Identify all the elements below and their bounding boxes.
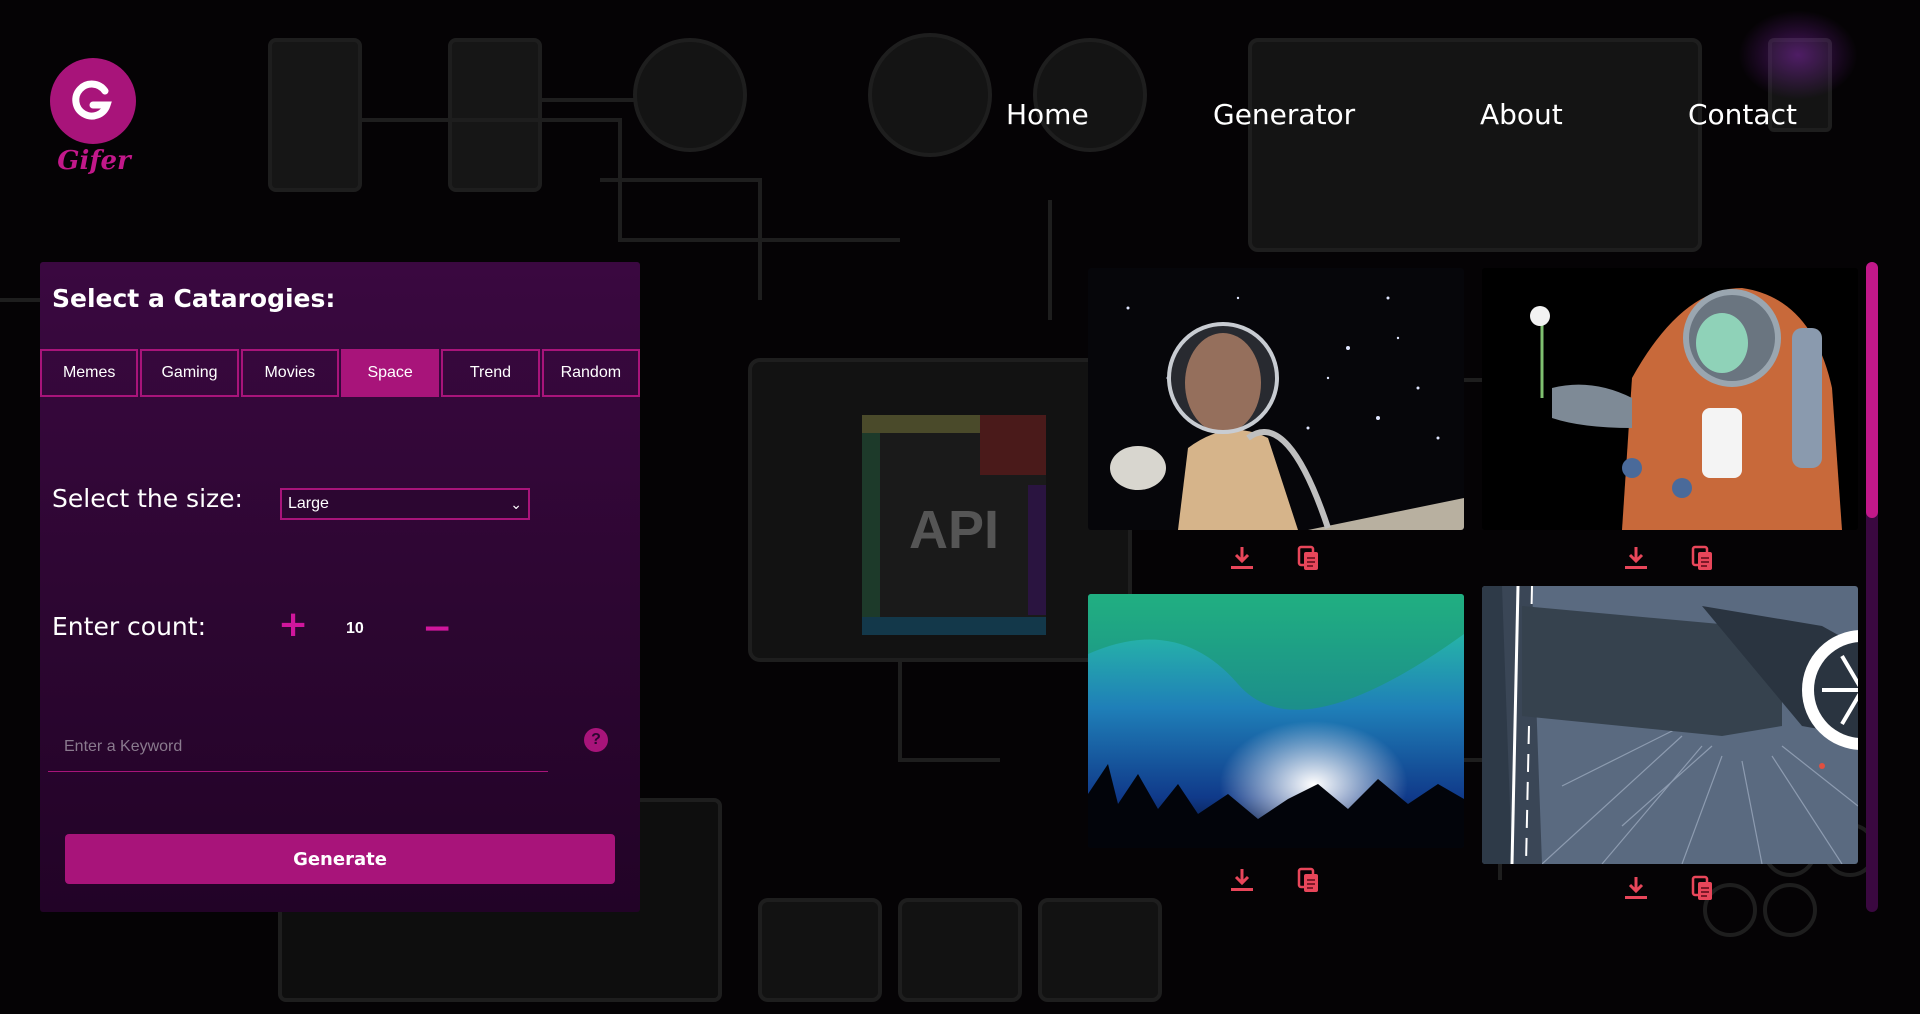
copy-icon[interactable] bbox=[1688, 874, 1716, 902]
category-trend[interactable]: Trend bbox=[441, 349, 540, 397]
generator-panel: Select a Catarogies: Memes Gaming Movies… bbox=[40, 262, 640, 912]
size-select[interactable]: Large ⌄ bbox=[280, 488, 530, 520]
nav-about[interactable]: About bbox=[1480, 98, 1563, 131]
download-icon[interactable] bbox=[1622, 874, 1650, 902]
copy-icon[interactable] bbox=[1294, 544, 1322, 572]
gallery-scrollbar-thumb[interactable] bbox=[1866, 262, 1878, 518]
brand-name: Gifer bbox=[57, 146, 131, 176]
card-actions bbox=[1228, 866, 1322, 894]
count-label: Enter count: bbox=[52, 612, 207, 641]
decrement-button[interactable]: − bbox=[422, 608, 452, 649]
gif-gallery bbox=[1088, 268, 1858, 918]
category-tabs: Memes Gaming Movies Space Trend Random bbox=[40, 349, 640, 399]
main-nav: Home Generator About Contact bbox=[0, 98, 1920, 138]
nav-generator[interactable]: Generator bbox=[1213, 98, 1355, 131]
generate-button[interactable]: Generate bbox=[65, 834, 615, 884]
category-movies[interactable]: Movies bbox=[240, 349, 339, 397]
nav-contact[interactable]: Contact bbox=[1688, 98, 1797, 131]
increment-button[interactable]: + bbox=[278, 604, 308, 645]
download-icon[interactable] bbox=[1228, 544, 1256, 572]
category-gaming[interactable]: Gaming bbox=[140, 349, 239, 397]
copy-icon[interactable] bbox=[1294, 866, 1322, 894]
chevron-down-icon: ⌄ bbox=[510, 495, 522, 512]
card-actions bbox=[1622, 544, 1716, 572]
gif-image-spaceship[interactable] bbox=[1482, 586, 1858, 864]
category-space[interactable]: Space bbox=[340, 349, 440, 397]
nav-home[interactable]: Home bbox=[1006, 98, 1089, 131]
size-selected-value: Large bbox=[288, 495, 329, 512]
gif-image-anime-astronaut[interactable] bbox=[1482, 268, 1858, 530]
count-value: 10 bbox=[346, 620, 364, 637]
card-actions bbox=[1622, 874, 1716, 902]
copy-icon[interactable] bbox=[1688, 544, 1716, 572]
size-label: Select the size: bbox=[52, 484, 243, 513]
category-memes[interactable]: Memes bbox=[40, 349, 139, 397]
gif-image-aurora[interactable] bbox=[1088, 594, 1464, 848]
panel-title: Select a Catarogies: bbox=[52, 284, 336, 313]
download-icon[interactable] bbox=[1228, 866, 1256, 894]
purple-glow bbox=[1738, 10, 1858, 100]
gif-image-astronaut[interactable] bbox=[1088, 268, 1464, 530]
svg-text:API: API bbox=[909, 500, 999, 560]
card-actions bbox=[1228, 544, 1322, 572]
download-icon[interactable] bbox=[1622, 544, 1650, 572]
category-random[interactable]: Random bbox=[541, 349, 640, 397]
help-icon[interactable]: ? bbox=[584, 728, 608, 752]
keyword-input[interactable] bbox=[48, 722, 548, 772]
